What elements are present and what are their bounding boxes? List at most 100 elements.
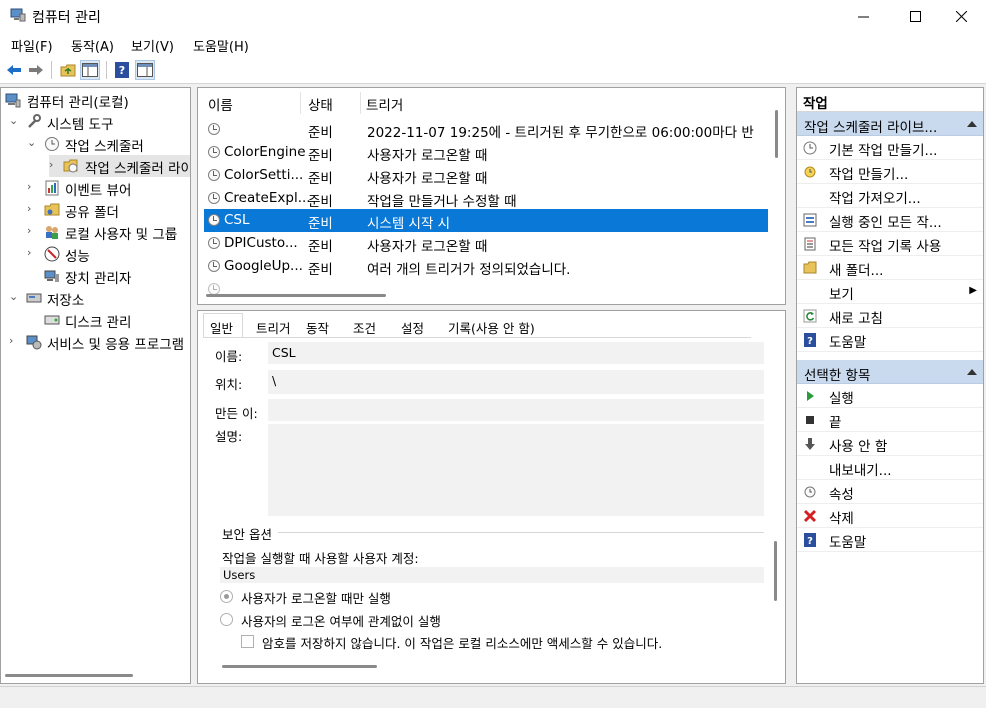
tree-label: 디스크 관리 (65, 315, 132, 331)
action-new-folder[interactable]: 새 폴더... (797, 256, 983, 280)
menu-view[interactable]: 보기(V) (131, 36, 174, 55)
tab-actions[interactable]: 동작 (306, 318, 329, 337)
author-field[interactable] (268, 399, 764, 421)
action-label: 모든 작업 기록 사용 (829, 239, 942, 255)
radio-run-whether-logged-on[interactable] (220, 613, 233, 626)
back-button[interactable] (4, 60, 24, 80)
task-list-horizontal-scrollbar[interactable] (206, 294, 386, 297)
action-create-task[interactable]: 작업 만들기... (797, 160, 983, 184)
expand-arrow-icon[interactable]: ⌄ (27, 136, 36, 149)
task-clock-icon (208, 260, 220, 272)
expand-arrow-icon[interactable]: ⌄ (9, 114, 18, 127)
description-field[interactable] (268, 424, 764, 516)
collapse-arrow-icon[interactable] (967, 121, 977, 127)
action-label: 도움말 (829, 335, 867, 351)
menu-action[interactable]: 동작(A) (71, 36, 114, 55)
name-label: 이름: (215, 349, 243, 364)
table-row-selected[interactable]: CSL 준비 시스템 시작 시 (204, 209, 768, 232)
action-import-task[interactable]: 작업 가져오기... (797, 184, 983, 208)
table-row[interactable]: CreateExpl... 준비 작업을 만들거나 수정할 때 (204, 187, 768, 210)
tab-history[interactable]: 기록(사용 안 함) (448, 318, 535, 337)
action-view[interactable]: 보기 ▶ (797, 280, 983, 304)
task-trigger: 시스템 시작 시 (367, 216, 451, 232)
table-row[interactable]: DPICusto... 준비 사용자가 로그온할 때 (204, 232, 768, 255)
checkbox-do-not-store-password-label: 암호를 저장하지 않습니다. 이 작업은 로컬 리소스에만 액세스할 수 있습니… (262, 636, 663, 651)
shared-folder-icon (44, 203, 60, 216)
column-header-trigger[interactable]: 트리거 (366, 94, 403, 114)
name-field[interactable]: CSL (268, 342, 764, 364)
table-row[interactable]: ColorEngine 준비 사용자가 로그온할 때 (204, 141, 768, 164)
description-label: 설명: (215, 429, 243, 444)
expand-arrow-icon[interactable]: › (9, 334, 13, 347)
action-properties[interactable]: 속성 (797, 480, 983, 504)
tab-general[interactable]: 일반 (210, 318, 233, 337)
action-delete[interactable]: 삭제 (797, 504, 983, 528)
minimize-icon (857, 16, 869, 17)
actions-section-library[interactable]: 작업 스케줄러 라이브... (797, 112, 983, 136)
tab-triggers[interactable]: 트리거 (256, 318, 291, 337)
expand-arrow-icon[interactable]: › (27, 224, 31, 237)
task-trigger: 사용자가 로그온할 때 (367, 171, 488, 187)
up-folder-icon (60, 64, 76, 77)
detail-vertical-scrollbar[interactable] (774, 541, 777, 601)
menu-file[interactable]: 파일(F) (11, 36, 53, 55)
services-icon (26, 335, 42, 350)
action-end[interactable]: 끝 (797, 408, 983, 432)
expand-arrow-icon[interactable]: › (49, 158, 53, 171)
tree-label: 작업 스케줄러 (65, 139, 144, 155)
minimize-button[interactable] (840, 0, 886, 32)
expand-arrow-icon[interactable]: › (27, 180, 31, 193)
expand-arrow-icon[interactable]: ⌄ (9, 290, 18, 303)
action-create-basic-task[interactable]: 기본 작업 만들기... (797, 136, 983, 160)
table-row[interactable]: GoogleUp... 준비 여러 개의 트리거가 정의되었습니다. (204, 255, 768, 278)
menu-help[interactable]: 도움말(H) (193, 36, 249, 55)
forward-button[interactable] (26, 60, 46, 80)
help-icon: ? (804, 333, 816, 347)
table-row[interactable] (204, 278, 768, 301)
show-hide-console-tree-button[interactable] (80, 60, 100, 80)
show-hide-action-pane-button[interactable] (135, 60, 155, 80)
expand-arrow-icon[interactable]: › (27, 246, 31, 259)
tree-item-task-scheduler-library[interactable]: › 작업 스케줄러 라이브러리 (49, 155, 190, 177)
table-row[interactable]: ColorSetti... 준비 사용자가 로그온할 때 (204, 164, 768, 187)
action-label: 삭제 (829, 511, 854, 527)
menu-bar: 파일(F) 동작(A) 보기(V) 도움말(H) (0, 32, 986, 56)
column-header-name[interactable]: 이름 (208, 94, 233, 114)
column-divider[interactable] (300, 92, 301, 114)
column-header-status[interactable]: 상태 (308, 94, 333, 114)
action-run[interactable]: 실행 (797, 384, 983, 408)
action-export[interactable]: 내보내기... (797, 456, 983, 480)
radio-run-when-logged-on[interactable] (220, 590, 233, 603)
group-divider (278, 532, 764, 533)
section-title: 선택한 항목 (804, 368, 871, 384)
actions-section-selected-item[interactable]: 선택한 항목 (797, 360, 983, 384)
action-help-selected[interactable]: ? 도움말 (797, 528, 983, 552)
action-disable[interactable]: 사용 안 함 (797, 432, 983, 456)
collapse-arrow-icon[interactable] (967, 369, 977, 375)
up-folder-button[interactable] (58, 60, 78, 80)
column-divider[interactable] (360, 92, 361, 114)
action-help[interactable]: ? 도움말 (797, 328, 983, 352)
task-trigger: 2022-11-07 19:25에 - 트리거된 후 무기한으로 06:00:0… (367, 125, 754, 141)
task-list-vertical-scrollbar[interactable] (775, 110, 778, 158)
folder-clock-icon (63, 159, 78, 173)
tree-label: 컴퓨터 관리(로컬) (27, 95, 129, 111)
location-field[interactable]: \ (268, 370, 764, 394)
expand-arrow-icon[interactable]: › (27, 202, 31, 215)
tree-horizontal-scrollbar[interactable] (5, 674, 133, 677)
table-row[interactable]: 준비 2022-11-07 19:25에 - 트리거된 후 무기한으로 06:0… (204, 118, 768, 141)
performance-icon (44, 246, 60, 262)
detail-horizontal-scrollbar[interactable] (222, 665, 377, 668)
checkbox-do-not-store-password[interactable] (241, 635, 254, 648)
action-display-running-tasks[interactable]: 실행 중인 모든 작... (797, 208, 983, 232)
close-button[interactable] (938, 0, 984, 32)
help-toolbar-button[interactable]: ? (112, 60, 132, 80)
refresh-icon (803, 309, 817, 323)
action-refresh[interactable]: 새로 고침 (797, 304, 983, 328)
tab-settings[interactable]: 설정 (401, 318, 424, 337)
action-enable-all-tasks-history[interactable]: 모든 작업 기록 사용 (797, 232, 983, 256)
tab-conditions[interactable]: 조건 (353, 318, 376, 337)
radio-run-when-logged-on-label: 사용자가 로그온할 때만 실행 (241, 591, 391, 606)
help-icon: ? (804, 533, 816, 547)
maximize-button[interactable] (892, 0, 938, 32)
